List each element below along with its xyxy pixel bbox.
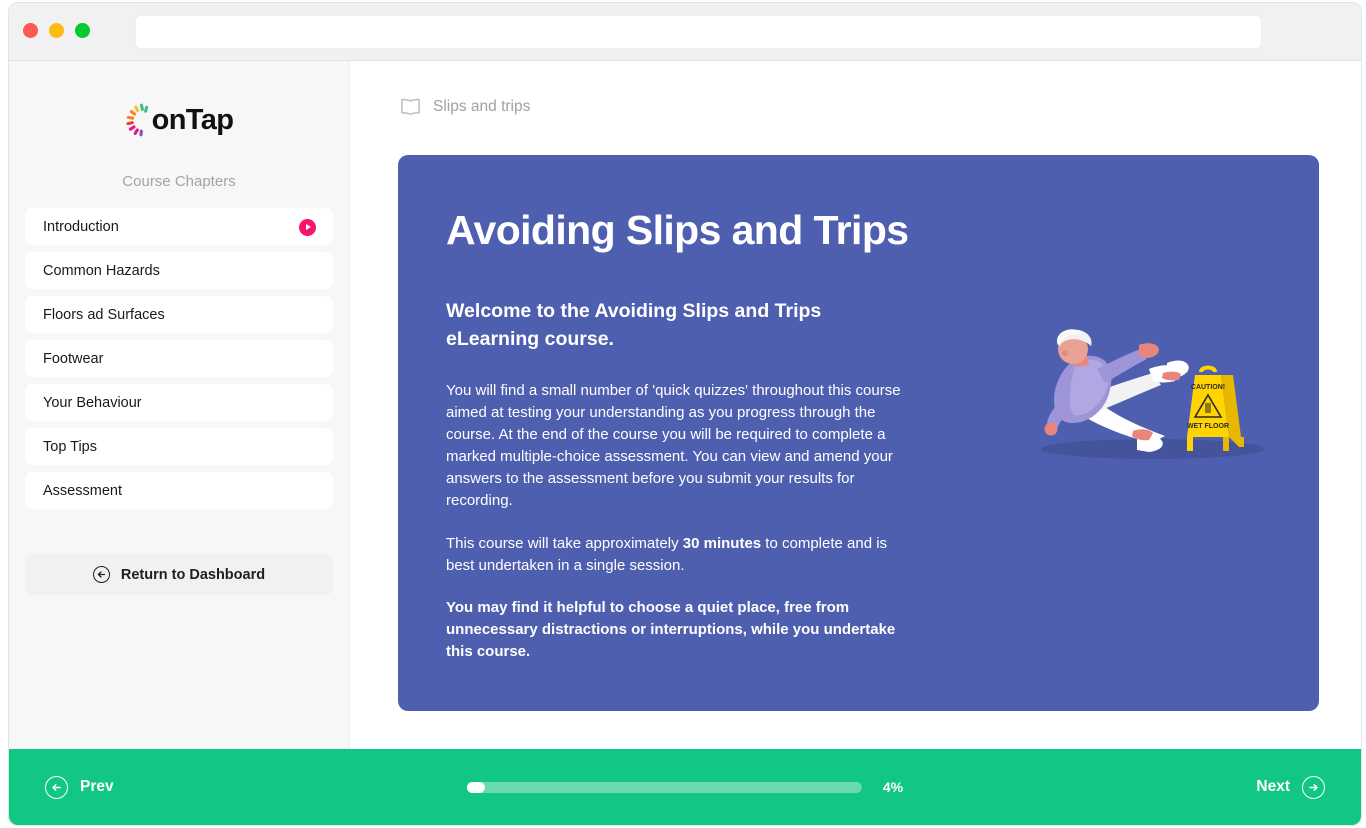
prev-button[interactable]: Prev: [45, 775, 114, 799]
chapter-label: Floors ad Surfaces: [43, 306, 165, 323]
lesson-paragraph-2: This course will take approximately 30 m…: [446, 533, 918, 577]
sidebar: onTap Course Chapters Introduction Commo…: [9, 61, 350, 825]
sidebar-item-floors-and-surfaces[interactable]: Floors ad Surfaces: [25, 296, 333, 333]
book-icon: [400, 98, 421, 116]
progress-bar-fill: [466, 781, 485, 793]
locked-dot-icon: [299, 263, 315, 279]
person-slipping-wet-floor-illustration: CAUTION! WET FLOOR: [1025, 325, 1285, 470]
course-chapters-heading: Course Chapters: [122, 173, 236, 190]
arrow-left-circle-icon: [92, 566, 110, 583]
lesson-paragraph-3: You may find it helpful to choose a quie…: [446, 599, 896, 661]
minimize-window-button[interactable]: [49, 23, 64, 38]
duration-highlight: 30 minutes: [682, 534, 762, 552]
sidebar-item-your-behaviour[interactable]: Your Behaviour: [25, 384, 333, 421]
arrow-right-circle-icon: [1302, 775, 1325, 799]
browser-titlebar: [9, 3, 1361, 61]
brand-logo[interactable]: onTap: [25, 91, 333, 149]
lesson-paragraph-1: You will find a small number of 'quick q…: [446, 381, 901, 510]
locked-dot-icon: [299, 483, 315, 499]
sidebar-item-common-hazards[interactable]: Common Hazards: [25, 252, 333, 289]
lesson-navigation-footer: Prev 4% Next: [9, 749, 1361, 825]
ontap-logo-text: onTap: [151, 103, 234, 136]
chapter-label: Common Hazards: [43, 262, 160, 279]
progress-percent-label: 4%: [882, 779, 904, 795]
chapter-label: Your Behaviour: [43, 394, 142, 411]
lesson-subtitle: Welcome to the Avoiding Slips and Trips …: [446, 300, 822, 350]
svg-text:CAUTION!: CAUTION!: [1191, 384, 1225, 391]
return-to-dashboard-label: Return to Dashboard: [120, 566, 266, 583]
progress-bar-track[interactable]: [466, 781, 862, 793]
ontap-logo-mark-icon: [125, 103, 151, 137]
main-content: Slips and trips Avoiding Slips and Trips…: [350, 61, 1361, 825]
course-progress: 4%: [466, 779, 904, 795]
sidebar-item-footwear[interactable]: Footwear: [25, 340, 333, 377]
chapter-label: Top Tips: [43, 438, 97, 455]
window-controls: [23, 23, 90, 38]
breadcrumb-label: Slips and trips: [433, 98, 531, 115]
footer-right-group: Next: [1256, 775, 1325, 799]
page-title: Avoiding Slips and Trips: [446, 207, 909, 253]
chapter-label: Introduction: [43, 218, 119, 235]
next-button[interactable]: Next: [1256, 775, 1325, 799]
course-chapter-list: Introduction Common Hazards Floors ad Su…: [25, 208, 333, 509]
sidebar-item-introduction[interactable]: Introduction: [25, 208, 333, 245]
lesson-hero-card: Avoiding Slips and Trips Welcome to the …: [398, 155, 1319, 711]
chapter-label: Footwear: [43, 350, 104, 367]
address-bar[interactable]: [135, 15, 1262, 49]
maximize-window-button[interactable]: [75, 23, 90, 38]
locked-dot-icon: [299, 395, 315, 411]
next-label: Next: [1256, 778, 1290, 795]
browser-window: onTap Course Chapters Introduction Commo…: [8, 2, 1362, 826]
svg-text:WET FLOOR: WET FLOOR: [1187, 423, 1229, 430]
paragraph-2-before: This course will take approximately: [446, 534, 683, 552]
prev-label: Prev: [80, 778, 114, 795]
close-window-button[interactable]: [23, 23, 38, 38]
locked-dot-icon: [299, 307, 315, 323]
app-root: onTap Course Chapters Introduction Commo…: [9, 61, 1361, 825]
play-icon[interactable]: [299, 218, 316, 236]
chapter-label: Assessment: [43, 482, 122, 499]
sidebar-item-assessment[interactable]: Assessment: [25, 472, 333, 509]
sidebar-item-top-tips[interactable]: Top Tips: [25, 428, 333, 465]
locked-dot-icon: [299, 351, 315, 367]
lesson-body: Welcome to the Avoiding Slips and Trips …: [446, 298, 918, 663]
breadcrumb: Slips and trips: [400, 95, 1313, 119]
return-to-dashboard-button[interactable]: Return to Dashboard: [25, 554, 333, 595]
arrow-left-circle-icon: [45, 775, 68, 799]
locked-dot-icon: [299, 439, 315, 455]
